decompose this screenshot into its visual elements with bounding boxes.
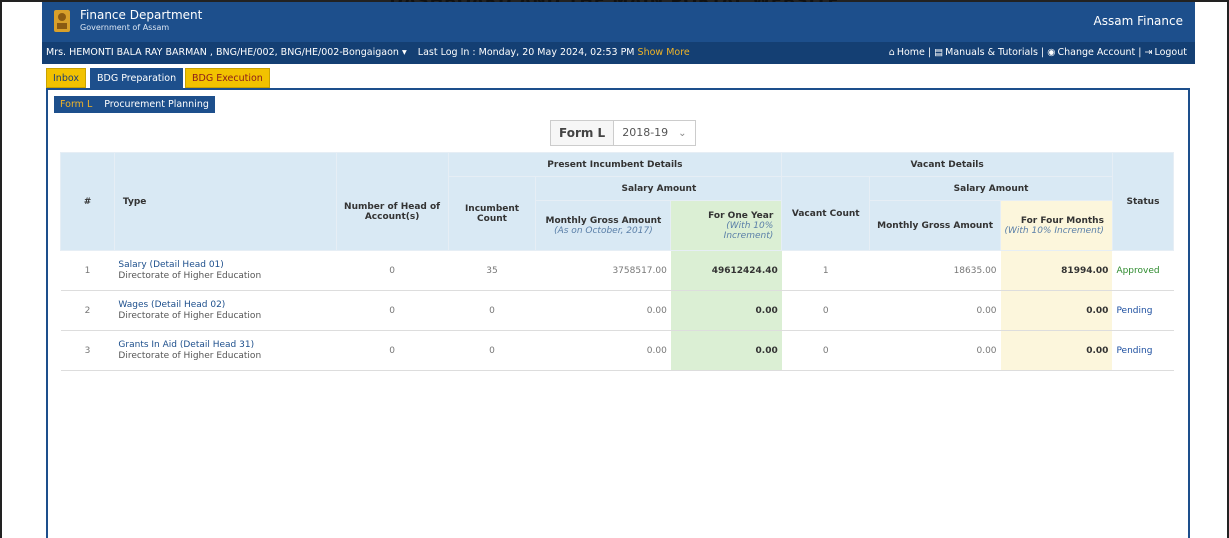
- header-for-four-months-note: (With 10% Increment): [1004, 225, 1104, 236]
- year-select-value: 2018-19: [622, 126, 669, 139]
- cell-monthly-gross: 0.00: [535, 330, 671, 371]
- header-present-group: Present Incumbent Details: [447, 152, 783, 177]
- user-links: ⌂ Home | ▤ Manuals & Tutorials | ◉ Change A…: [889, 47, 1187, 58]
- directorate: Directorate of Higher Education: [118, 351, 262, 361]
- form-l-table: # Type Number of Head of Account(s) Pres…: [60, 152, 1175, 371]
- cell-for-one-year: 49612424.40: [670, 250, 782, 291]
- header-status: Status: [1111, 152, 1175, 251]
- header-for-one-year-label: For One Year: [708, 210, 774, 221]
- header-for-one-year-note: (With 10% Increment): [723, 220, 774, 241]
- status-badge[interactable]: Approved: [1112, 250, 1174, 291]
- last-login: Last Log In : Monday, 20 May 2024, 02:53…: [417, 47, 635, 58]
- directorate: Directorate of Higher Education: [118, 311, 262, 321]
- cell-incumbent-count: 35: [448, 250, 536, 291]
- user-circle-icon[interactable]: ◉: [1047, 47, 1055, 58]
- form-selector: Form L 2018-19 ⌄: [550, 120, 696, 146]
- app-window: Finance Department Government of Assam A…: [42, 2, 1195, 538]
- header-salary-amount-vacant: Salary Amount: [869, 176, 1113, 201]
- header-index: #: [60, 152, 115, 251]
- separator: |: [1040, 47, 1045, 58]
- cell-vacant-count: 1: [781, 250, 870, 291]
- table-row: 2 Wages (Detail Head 02) Directorate of …: [60, 290, 1174, 331]
- cell-num-heads: 0: [336, 330, 449, 371]
- separator: |: [1138, 47, 1142, 58]
- brand-right: Assam Finance: [1093, 14, 1183, 28]
- subtab-procurement-planning[interactable]: Procurement Planning: [98, 96, 215, 113]
- logout-icon[interactable]: ⇥: [1145, 47, 1153, 58]
- header-num-heads: Number of Head of Account(s): [335, 152, 449, 251]
- manuals-link[interactable]: Manuals & Tutorials: [945, 47, 1038, 58]
- frame-left-border: [0, 0, 2, 538]
- type-name-link[interactable]: Grants In Aid (Detail Head 31): [118, 340, 332, 350]
- cell-vacant-monthly-gross: 18635.00: [869, 250, 1001, 291]
- brand-subtitle: Government of Assam: [80, 23, 170, 32]
- tab-inbox[interactable]: Inbox: [46, 68, 86, 88]
- header-salary-amount-present: Salary Amount: [535, 176, 783, 201]
- top-header: Finance Department Government of Assam A…: [42, 2, 1195, 42]
- government-emblem-icon: [54, 10, 70, 32]
- header-for-four-months-label: For Four Months: [1020, 215, 1104, 226]
- cell-for-one-year: 0.00: [670, 290, 782, 331]
- main-tabs: Inbox BDG Preparation BDG Execution: [42, 68, 1195, 88]
- cell-type: Wages (Detail Head 02) Directorate of Hi…: [114, 290, 337, 331]
- directorate: Directorate of Higher Education: [118, 271, 262, 281]
- header-vacant-count: Vacant Count: [781, 176, 871, 251]
- sub-tabs: Form L Procurement Planning: [54, 96, 215, 113]
- separator: |: [927, 47, 932, 58]
- chevron-down-icon[interactable]: ▾: [402, 47, 407, 58]
- header-incumbent-count: Incumbent Count: [447, 176, 537, 251]
- user-name-dropdown[interactable]: Mrs. HEMONTI BALA RAY BARMAN , BNG/HE/00…: [46, 47, 399, 58]
- content-panel: Form L Procurement Planning Form L 2018-1…: [46, 88, 1190, 538]
- table-row: 1 Salary (Detail Head 01) Directorate of…: [60, 250, 1174, 291]
- status-badge[interactable]: Pending: [1112, 290, 1174, 331]
- cell-index: 3: [60, 330, 115, 371]
- status-badge[interactable]: Pending: [1112, 330, 1174, 371]
- cell-incumbent-count: 0: [448, 330, 536, 371]
- home-icon[interactable]: ⌂: [889, 47, 895, 58]
- cell-for-four-months: 81994.00: [1000, 250, 1113, 291]
- cell-vacant-monthly-gross: 0.00: [869, 290, 1001, 331]
- subtab-form-l[interactable]: Form L: [54, 96, 98, 113]
- type-name-link[interactable]: Salary (Detail Head 01): [118, 260, 332, 270]
- tab-bdg-preparation[interactable]: BDG Preparation: [90, 68, 184, 88]
- cell-for-four-months: 0.00: [1000, 330, 1113, 371]
- header-type: Type: [113, 152, 337, 251]
- cell-for-four-months: 0.00: [1000, 290, 1113, 331]
- brand-title: Finance Department: [80, 8, 203, 22]
- header-vacant-monthly-gross: Monthly Gross Amount: [869, 200, 1002, 251]
- user-bar: Mrs. HEMONTI BALA RAY BARMAN , BNG/HE/00…: [42, 42, 1195, 64]
- cell-vacant-monthly-gross: 0.00: [869, 330, 1001, 371]
- book-icon[interactable]: ▤: [934, 47, 943, 58]
- cell-for-one-year: 0.00: [670, 330, 782, 371]
- show-more-link[interactable]: Show More: [638, 47, 690, 58]
- cell-type: Salary (Detail Head 01) Directorate of H…: [114, 250, 337, 291]
- cell-index: 2: [60, 290, 115, 331]
- header-monthly-gross-label: Monthly Gross Amount: [545, 215, 662, 226]
- cell-type: Grants In Aid (Detail Head 31) Directora…: [114, 330, 337, 371]
- tab-bdg-execution[interactable]: BDG Execution: [185, 68, 270, 88]
- home-link[interactable]: Home: [897, 47, 925, 58]
- chevron-down-icon: ⌄: [678, 128, 687, 139]
- table-row: 3 Grants In Aid (Detail Head 31) Directo…: [60, 330, 1174, 371]
- cell-vacant-count: 0: [781, 330, 870, 371]
- cell-num-heads: 0: [336, 290, 449, 331]
- cell-monthly-gross: 3758517.00: [535, 250, 671, 291]
- cell-vacant-count: 0: [781, 290, 870, 331]
- cell-num-heads: 0: [336, 250, 449, 291]
- change-account-link[interactable]: Change Account: [1057, 47, 1135, 58]
- logout-link[interactable]: Logout: [1154, 47, 1187, 58]
- year-select[interactable]: 2018-19 ⌄: [613, 121, 695, 145]
- header-for-one-year: For One Year (With 10% Increment): [670, 200, 783, 251]
- type-name-link[interactable]: Wages (Detail Head 02): [118, 300, 332, 310]
- cell-incumbent-count: 0: [448, 290, 536, 331]
- header-vacant-group: Vacant Details: [781, 152, 1113, 177]
- header-monthly-gross: Monthly Gross Amount (As on October, 201…: [535, 200, 672, 251]
- form-label: Form L: [559, 126, 606, 140]
- page: DASHBOARD AND THE MAIN PORTAL WEBSITE Fi…: [0, 0, 1229, 538]
- header-monthly-gross-note: (As on October, 2017): [554, 225, 653, 236]
- cell-monthly-gross: 0.00: [535, 290, 671, 331]
- user-info: Mrs. HEMONTI BALA RAY BARMAN , BNG/HE/00…: [46, 47, 690, 58]
- header-for-four-months: For Four Months (With 10% Increment): [1000, 200, 1113, 251]
- cell-index: 1: [60, 250, 115, 291]
